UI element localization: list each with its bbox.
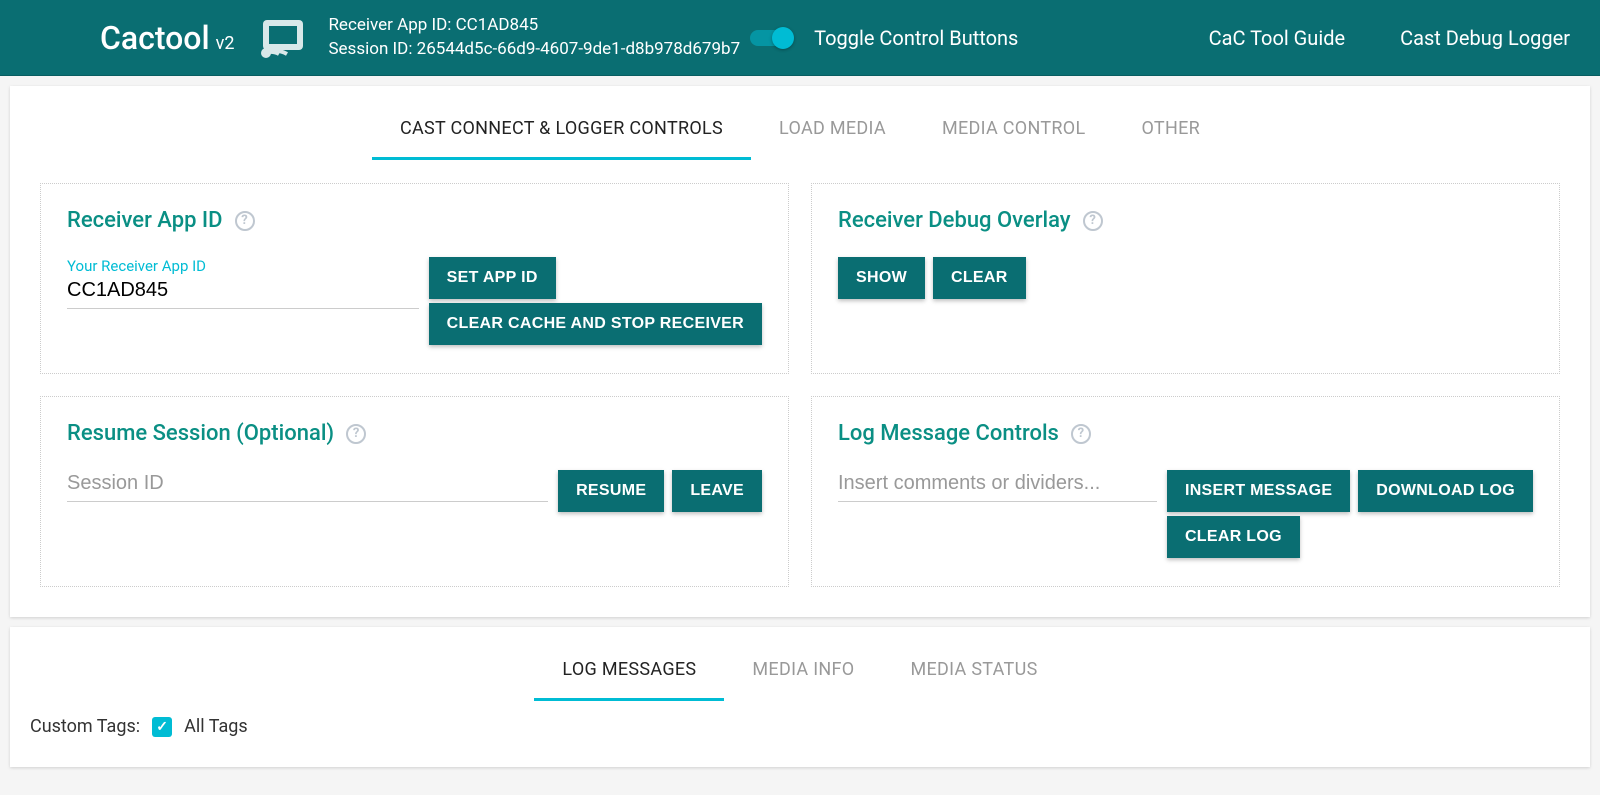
download-log-button[interactable]: DOWNLOAD LOG [1358,470,1533,512]
main-tabs: CAST CONNECT & LOGGER CONTROLS LOAD MEDI… [10,86,1590,161]
session-info: Receiver App ID: CC1AD845 Session ID: 26… [328,14,740,62]
log-comment-input[interactable] [838,470,1157,502]
tab-cast-connect[interactable]: CAST CONNECT & LOGGER CONTROLS [372,108,751,160]
link-cast-debug-logger[interactable]: Cast Debug Logger [1400,26,1570,50]
log-filter: Custom Tags: ✓ All Tags [10,702,1590,767]
brand-version: v2 [216,33,235,54]
help-icon[interactable]: ? [346,424,366,444]
toggle-knob [772,27,794,49]
card-title: Resume Session (Optional) ? [67,421,762,446]
all-tags-label: All Tags [184,716,248,737]
help-icon[interactable]: ? [1083,211,1103,231]
session-id-input[interactable] [67,470,548,502]
show-overlay-button[interactable]: SHOW [838,257,925,299]
resume-button[interactable]: RESUME [558,470,664,512]
receiver-app-id-line: Receiver App ID: CC1AD845 [328,14,740,38]
card-log-controls: Log Message Controls ? INSERT MESSAGE DO… [811,396,1560,587]
brand: Cactool v2 [100,19,234,57]
session-id-line: Session ID: 26544d5c-66d9-4607-9de1-d8b9… [328,38,740,62]
toggle-control-buttons[interactable]: Toggle Control Buttons [750,26,1018,50]
custom-tags-label: Custom Tags: [30,716,140,737]
clear-cache-stop-button[interactable]: CLEAR CACHE AND STOP RECEIVER [429,303,762,345]
card-title: Receiver App ID ? [67,208,762,233]
card-debug-overlay: Receiver Debug Overlay ? SHOW CLEAR [811,183,1560,374]
tab-other[interactable]: OTHER [1113,108,1228,160]
help-icon[interactable]: ? [235,211,255,231]
card-title-text: Log Message Controls [838,421,1059,446]
set-app-id-button[interactable]: SET APP ID [429,257,556,299]
controls-panel: CAST CONNECT & LOGGER CONTROLS LOAD MEDI… [10,86,1590,617]
card-resume-session: Resume Session (Optional) ? RESUME LEAVE [40,396,789,587]
card-title: Receiver Debug Overlay ? [838,208,1533,233]
brand-name: Cactool [100,19,210,57]
tab-media-control[interactable]: MEDIA CONTROL [914,108,1114,160]
log-tabs: LOG MESSAGES MEDIA INFO MEDIA STATUS [10,627,1590,702]
card-title-text: Receiver Debug Overlay [838,208,1071,233]
cast-icon[interactable] [254,14,312,62]
insert-message-button[interactable]: INSERT MESSAGE [1167,470,1350,512]
card-title: Log Message Controls ? [838,421,1533,446]
toggle-switch[interactable] [750,30,792,46]
tab-load-media[interactable]: LOAD MEDIA [751,108,914,160]
link-cac-tool-guide[interactable]: CaC Tool Guide [1209,26,1345,50]
card-title-text: Resume Session (Optional) [67,421,334,446]
toggle-label: Toggle Control Buttons [814,26,1018,50]
card-receiver-app-id: Receiver App ID ? Your Receiver App ID S… [40,183,789,374]
leave-button[interactable]: LEAVE [672,470,762,512]
help-icon[interactable]: ? [1071,424,1091,444]
all-tags-checkbox[interactable]: ✓ [152,717,172,737]
field-label: Your Receiver App ID [67,257,419,275]
clear-log-button[interactable]: CLEAR LOG [1167,516,1300,558]
tab-log-messages[interactable]: LOG MESSAGES [534,649,724,701]
app-header: Cactool v2 Receiver App ID: CC1AD845 Ses… [0,0,1600,76]
tab-media-info[interactable]: MEDIA INFO [724,649,882,701]
clear-overlay-button[interactable]: CLEAR [933,257,1026,299]
tab-media-status[interactable]: MEDIA STATUS [883,649,1066,701]
card-title-text: Receiver App ID [67,208,223,233]
receiver-app-id-input[interactable] [67,277,419,309]
log-panel: LOG MESSAGES MEDIA INFO MEDIA STATUS Cus… [10,627,1590,767]
